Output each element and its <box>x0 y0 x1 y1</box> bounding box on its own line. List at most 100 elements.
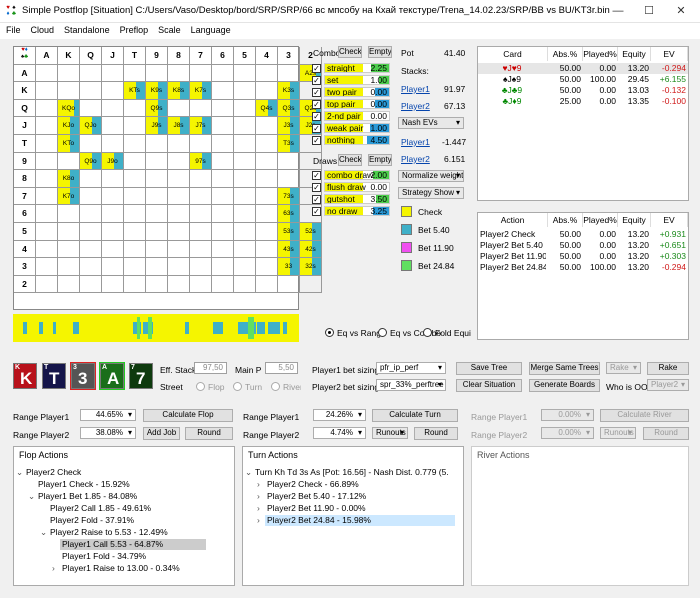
grid-cell[interactable] <box>212 82 234 100</box>
table-header[interactable]: Equity <box>618 213 651 227</box>
grid-cell[interactable] <box>234 135 256 153</box>
grid-cell[interactable] <box>256 205 278 223</box>
grid-cell[interactable] <box>278 275 300 294</box>
table-row[interactable]: Player2 Check 50.00 0.00 13.20 +0.931 <box>478 229 688 240</box>
river-runouts-dropdown[interactable]: Runouts <box>600 427 636 439</box>
board-card[interactable]: AA <box>99 362 125 390</box>
grid-cell[interactable] <box>80 205 102 223</box>
combo-checkbox[interactable]: ✓ <box>312 76 321 85</box>
table-header[interactable]: EV <box>651 47 688 61</box>
grid-cell[interactable] <box>168 187 190 206</box>
grid-cell[interactable] <box>212 205 234 223</box>
tree-toggle-icon[interactable]: › <box>255 503 262 514</box>
grid-cell[interactable] <box>36 223 58 241</box>
tree-toggle-icon[interactable]: › <box>50 563 57 574</box>
combo-checkbox[interactable]: ✓ <box>312 136 321 145</box>
grid-cell[interactable] <box>102 99 124 118</box>
grid-cell[interactable] <box>80 82 102 100</box>
player2-link[interactable]: Player2 <box>401 101 430 111</box>
grid-cell[interactable] <box>36 152 58 171</box>
generate-boards-button[interactable]: Generate Boards <box>529 379 600 392</box>
grid-cell[interactable] <box>234 64 256 83</box>
grid-cell[interactable] <box>80 275 102 294</box>
turn-runouts-dropdown[interactable]: Runouts <box>372 427 408 439</box>
hand-cell[interactable]: Q9o <box>80 152 101 170</box>
grid-cell[interactable] <box>36 135 58 153</box>
grid-cell[interactable] <box>146 187 168 206</box>
grid-cell[interactable] <box>102 64 124 83</box>
street-turn-radio[interactable] <box>233 382 242 391</box>
hand-cell[interactable]: 32s <box>300 258 321 275</box>
table-header[interactable]: Equity <box>618 47 651 61</box>
grid-cell[interactable] <box>234 223 256 241</box>
table-row[interactable]: ♣J♦9 25.00 0.00 13.35 -0.100 <box>478 96 688 107</box>
combo-checkbox[interactable]: ✓ <box>312 112 321 121</box>
grid-cell[interactable] <box>256 223 278 241</box>
hand-cell[interactable]: 73s <box>278 187 299 205</box>
grid-cell[interactable] <box>256 258 278 276</box>
rake-dropdown[interactable]: Rake <box>606 362 641 374</box>
fold-equity-radio[interactable] <box>423 328 432 337</box>
grid-cell[interactable] <box>124 117 146 135</box>
table-header[interactable]: Played% <box>583 213 618 227</box>
tree-node[interactable]: Player2 Call 1.85 - 49.61% <box>48 503 153 514</box>
table-row[interactable]: Player2 Bet 11.90 50.00 0.00 13.20 +0.303 <box>478 251 688 262</box>
grid-cell[interactable] <box>146 258 168 276</box>
grid-cell[interactable] <box>256 275 278 294</box>
grid-cell[interactable] <box>80 99 102 118</box>
hand-cell[interactable]: K8s <box>168 82 189 99</box>
eq-vs-combo-radio[interactable] <box>378 328 387 337</box>
street-river-radio[interactable] <box>271 382 280 391</box>
grid-cell[interactable] <box>58 240 80 259</box>
grid-cell[interactable] <box>278 152 300 171</box>
turn-range-p1-dropdown[interactable]: 24.26% <box>313 409 366 421</box>
combo-checkbox[interactable]: ✓ <box>312 195 321 204</box>
grid-cell[interactable] <box>146 205 168 223</box>
grid-cell[interactable] <box>146 152 168 171</box>
grid-cell[interactable] <box>146 275 168 294</box>
table-header[interactable]: EV <box>651 213 688 227</box>
grid-cell[interactable] <box>146 135 168 153</box>
calculate-flop-button[interactable]: Calculate Flop <box>143 409 233 422</box>
grid-cell[interactable] <box>256 135 278 153</box>
hand-cell[interactable]: QJo <box>80 117 101 134</box>
grid-cell[interactable] <box>36 275 58 294</box>
grid-cell[interactable] <box>146 223 168 241</box>
grid-cell[interactable] <box>124 223 146 241</box>
table-row[interactable]: Player2 Bet 24.84 50.00 100.00 13.20 -0.294 <box>478 262 688 273</box>
grid-cell[interactable] <box>168 205 190 223</box>
grid-cell[interactable] <box>58 152 80 171</box>
grid-cell[interactable] <box>124 187 146 206</box>
grid-cell[interactable] <box>58 82 80 100</box>
grid-cell[interactable] <box>36 205 58 223</box>
combo-checkbox[interactable]: ✓ <box>312 171 321 180</box>
grid-cell[interactable] <box>234 187 256 206</box>
tree-node[interactable]: Player2 Bet 5.40 - 17.12% <box>265 491 368 502</box>
player2-ev-link[interactable]: Player2 <box>401 154 430 164</box>
grid-cell[interactable] <box>300 275 322 294</box>
grid-cell[interactable] <box>80 240 102 259</box>
calculate-river-button[interactable]: Calculate River <box>600 409 689 422</box>
tree-node[interactable]: Player2 Fold - 37.91% <box>48 515 136 526</box>
grid-cell[interactable] <box>190 205 212 223</box>
flop-round-button[interactable]: Round <box>185 427 233 440</box>
combo-check-button[interactable]: Check <box>338 46 362 58</box>
grid-cell[interactable] <box>168 170 190 188</box>
grid-cell[interactable] <box>124 258 146 276</box>
grid-cell[interactable] <box>190 135 212 153</box>
tree-toggle-icon[interactable]: › <box>255 491 262 502</box>
tree-node[interactable]: Player2 Bet 11.90 - 0.00% <box>265 503 368 514</box>
grid-cell[interactable] <box>190 170 212 188</box>
combo-checkbox[interactable]: ✓ <box>312 124 321 133</box>
grid-cell[interactable] <box>190 223 212 241</box>
grid-cell[interactable] <box>80 187 102 206</box>
board-card[interactable]: TT <box>42 363 66 389</box>
grid-cell[interactable] <box>36 240 58 259</box>
tree-node[interactable]: Player2 Check <box>24 467 83 478</box>
grid-cell[interactable] <box>102 135 124 153</box>
table-header[interactable]: Abs.% <box>548 47 583 61</box>
grid-cell[interactable] <box>124 64 146 83</box>
combo-empty-button[interactable]: Empty <box>368 46 392 58</box>
hand-cell[interactable]: K7s <box>190 82 211 99</box>
grid-cell[interactable] <box>234 240 256 259</box>
